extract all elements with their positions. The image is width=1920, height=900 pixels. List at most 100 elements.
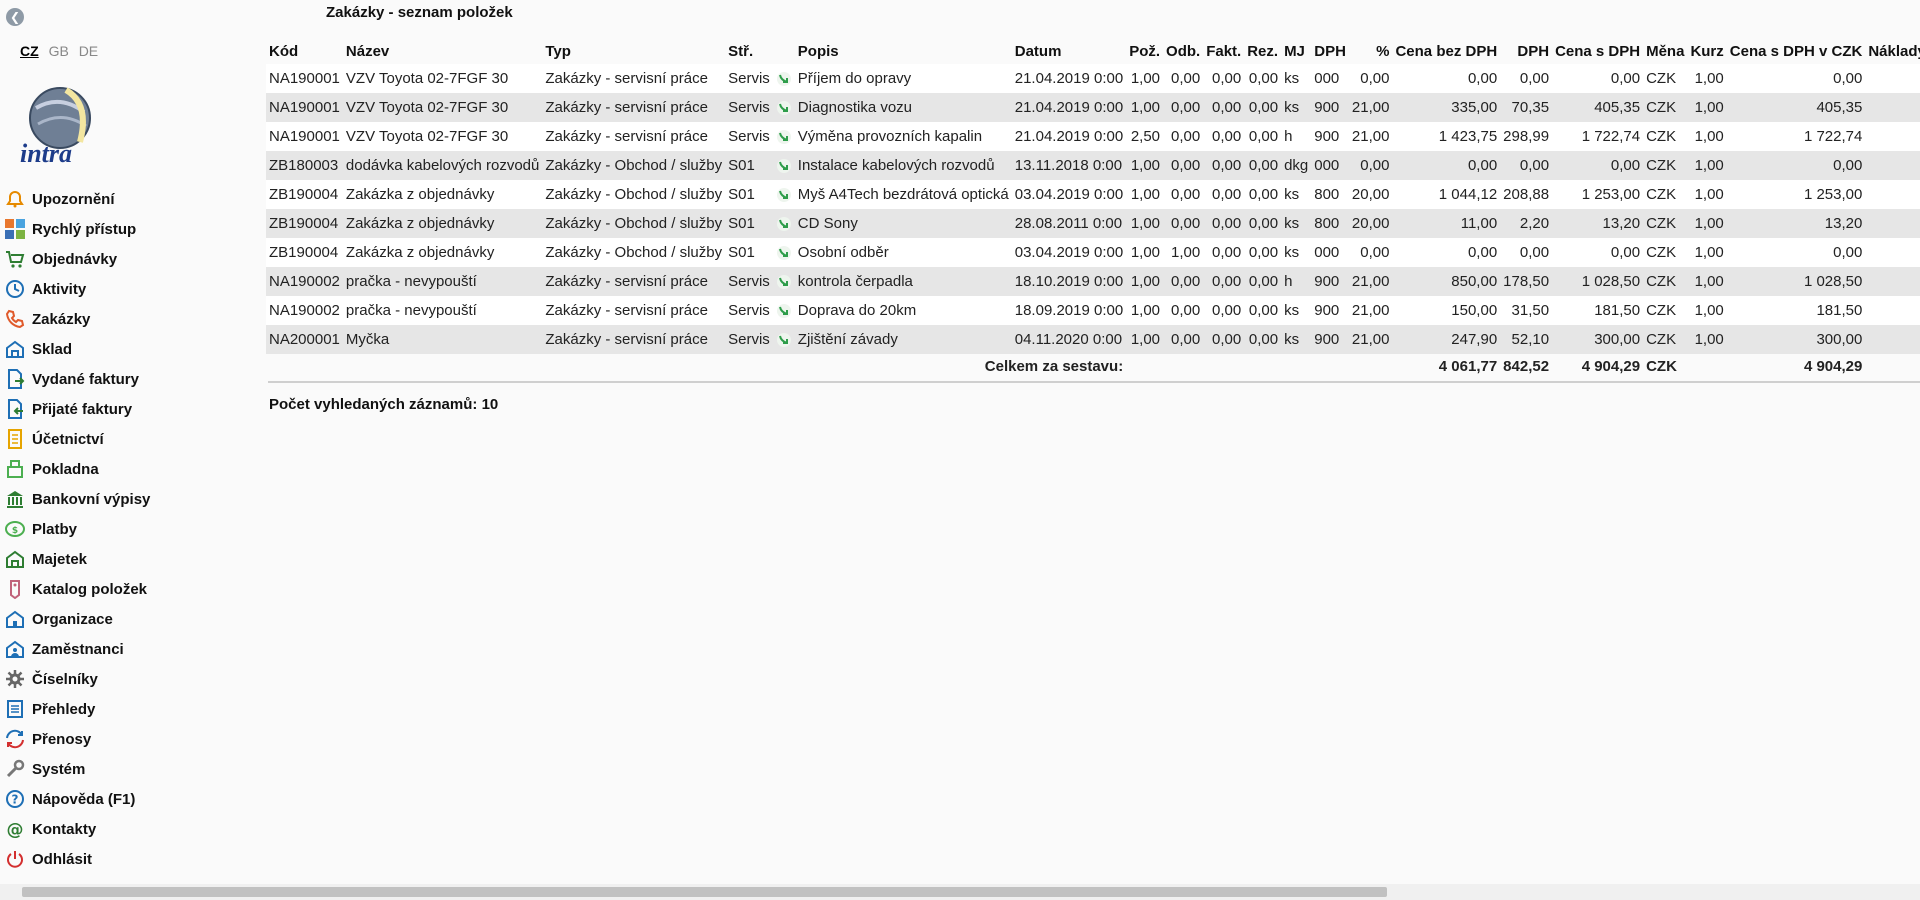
- table-cell: 21,00: [1351, 128, 1390, 145]
- column-header[interactable]: Náklady: [1865, 38, 1920, 64]
- sidebar-item-22[interactable]: Odhlásit: [0, 844, 250, 874]
- table-row[interactable]: NA200001 Myčka Zakázky - servisní práce Ser…: [266, 325, 1920, 354]
- sidebar-item-5[interactable]: Sklad: [0, 334, 250, 364]
- table-cell: 0,00: [1171, 273, 1201, 290]
- table-cell: ks: [1284, 244, 1300, 261]
- column-header[interactable]: Cena s DPH v CZK: [1727, 38, 1866, 64]
- sidebar-item-8[interactable]: Účetnictví: [0, 424, 250, 454]
- table-cell: 0,00: [1171, 157, 1201, 174]
- table-cell: 800: [1314, 186, 1340, 203]
- column-header[interactable]: MJ: [1281, 38, 1311, 64]
- column-header[interactable]: Typ: [542, 38, 725, 64]
- payment-icon: $: [4, 518, 26, 540]
- sidebar-item-12[interactable]: Majetek: [0, 544, 250, 574]
- table-row[interactable]: NA190001 VZV Toyota 02-7FGF 30 Zakázky - s…: [266, 122, 1920, 151]
- table-cell: ZB190004: [269, 215, 339, 232]
- sidebar-item-6[interactable]: Vydané faktury: [0, 364, 250, 394]
- sidebar-item-label: Účetnictví: [32, 430, 104, 448]
- table-cell: 1,00: [1130, 186, 1161, 203]
- table-cell: 1 028,50: [1581, 273, 1641, 290]
- table-row[interactable]: NA190001 VZV Toyota 02-7FGF 30 Zakázky - s…: [266, 93, 1920, 122]
- sidebar-item-7[interactable]: Přijaté faktury: [0, 394, 250, 424]
- column-header[interactable]: %: [1349, 38, 1393, 64]
- sidebar-item-13[interactable]: Katalog položek: [0, 574, 250, 604]
- table-cell: 178,50: [1503, 273, 1550, 290]
- total-mena: CZK: [1643, 354, 1688, 378]
- sidebar-item-17[interactable]: Přehledy: [0, 694, 250, 724]
- table-cell: 0,00: [1248, 273, 1279, 290]
- sidebar-item-label: Nápověda (F1): [32, 790, 136, 808]
- sidebar-item-0[interactable]: Upozornění: [0, 184, 250, 214]
- column-header[interactable]: Pož.: [1126, 38, 1163, 64]
- table-cell: Zakázka z objednávky: [345, 215, 495, 232]
- column-header[interactable]: DPH: [1311, 38, 1349, 64]
- sidebar-item-18[interactable]: Přenosy: [0, 724, 250, 754]
- table-cell: 1 044,12: [1438, 186, 1498, 203]
- table-row[interactable]: ZB180003 dodávka kabelových rozvodů Zakázk…: [266, 151, 1920, 180]
- sidebar-item-3[interactable]: Aktivity: [0, 274, 250, 304]
- column-header[interactable]: Kurz: [1687, 38, 1726, 64]
- table-cell: CZK: [1646, 128, 1677, 145]
- column-header[interactable]: Název: [343, 38, 542, 64]
- sidebar-item-9[interactable]: Pokladna: [0, 454, 250, 484]
- sidebar-item-11[interactable]: $ Platby: [0, 514, 250, 544]
- column-header[interactable]: Datum: [1012, 38, 1126, 64]
- lang-de[interactable]: DE: [79, 43, 98, 59]
- sidebar-item-20[interactable]: ? Nápověda (F1): [0, 784, 250, 814]
- column-header[interactable]: DPH: [1500, 38, 1552, 64]
- column-header[interactable]: Cena bez DPH: [1392, 38, 1500, 64]
- column-header[interactable]: Kód: [266, 38, 343, 64]
- table-row[interactable]: NA190002 pračka - nevypouští Zakázky - ser…: [266, 267, 1920, 296]
- sidebar-item-label: Přenosy: [32, 730, 92, 748]
- sidebar-item-15[interactable]: Zaměstnanci: [0, 634, 250, 664]
- column-header[interactable]: Popis: [795, 38, 1012, 64]
- table-cell: 20,00: [1351, 186, 1390, 203]
- table-cell: 900: [1314, 99, 1340, 116]
- sidebar-item-21[interactable]: @ Kontakty: [0, 814, 250, 844]
- sidebar-item-14[interactable]: Organizace: [0, 604, 250, 634]
- table-row[interactable]: ZB190004 Zakázka z objednávky Zakázky - Ob…: [266, 180, 1920, 209]
- table-header: Kód Název Typ Stř. Popis Datum Pož. Odb. Fakt. Re…: [266, 38, 1920, 64]
- sidebar-item-2[interactable]: Objednávky: [0, 244, 250, 274]
- column-header[interactable]: Měna: [1643, 38, 1687, 64]
- table-cell: 0,00: [1212, 128, 1242, 145]
- column-header[interactable]: [773, 38, 795, 64]
- lang-gb[interactable]: GB: [49, 43, 69, 59]
- sidebar-menu: Upozornění Rychlý přístup Objednávky Aktivi…: [0, 184, 250, 874]
- sidebar-item-10[interactable]: Bankovní výpisy: [0, 484, 250, 514]
- column-header[interactable]: Rez.: [1244, 38, 1281, 64]
- total-dph: 842,52: [1500, 354, 1553, 378]
- at-icon: @: [4, 818, 26, 840]
- sidebar-item-19[interactable]: Systém: [0, 754, 250, 784]
- table-cell: 000: [1314, 157, 1340, 174]
- column-header[interactable]: Cena s DPH: [1552, 38, 1643, 64]
- table-cell: Zakázky - servisní práce: [545, 273, 708, 290]
- horizontal-scrollbar[interactable]: [0, 884, 1920, 900]
- back-button[interactable]: ❮: [6, 8, 24, 26]
- table-cell: [1865, 180, 1920, 209]
- status-arrow-icon: [773, 238, 795, 267]
- table-cell: 0,00: [1212, 157, 1242, 174]
- table-row[interactable]: NA190002 pračka - nevypouští Zakázky - ser…: [266, 296, 1920, 325]
- table-row[interactable]: ZB190004 Zakázka z objednávky Zakázky - Ob…: [266, 209, 1920, 238]
- cart-icon: [4, 248, 26, 270]
- record-count: Počet vyhledaných záznamů: 10: [269, 396, 499, 413]
- table-cell: CZK: [1646, 99, 1677, 116]
- scrollbar-thumb[interactable]: [22, 887, 1387, 897]
- column-header[interactable]: Stř.: [725, 38, 773, 64]
- table-cell: 0,00: [1212, 331, 1242, 348]
- table-cell: Zakázky - servisní práce: [545, 302, 708, 319]
- table-cell: 0,00: [1171, 186, 1201, 203]
- column-header[interactable]: Fakt.: [1203, 38, 1244, 64]
- table-cell: 0,00: [1519, 157, 1550, 174]
- table-cell: 0,00: [1467, 70, 1498, 87]
- sidebar-item-4[interactable]: Zakázky: [0, 304, 250, 334]
- table-row[interactable]: NA190001 VZV Toyota 02-7FGF 30 Zakázky - s…: [266, 64, 1920, 93]
- lang-cz[interactable]: CZ: [20, 43, 39, 59]
- table-row[interactable]: ZB190004 Zakázka z objednávky Zakázky - Ob…: [266, 238, 1920, 267]
- column-header[interactable]: Odb.: [1163, 38, 1203, 64]
- table-cell: ks: [1284, 70, 1300, 87]
- sidebar-item-label: Objednávky: [32, 250, 118, 268]
- sidebar-item-16[interactable]: Číselníky: [0, 664, 250, 694]
- sidebar-item-1[interactable]: Rychlý přístup: [0, 214, 250, 244]
